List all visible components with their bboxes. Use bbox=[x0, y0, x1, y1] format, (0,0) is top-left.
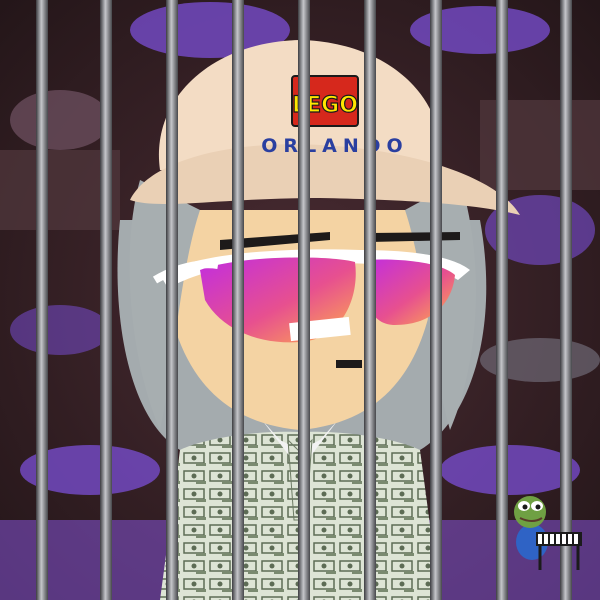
jail-bar bbox=[364, 0, 376, 600]
jail-bar bbox=[36, 0, 48, 600]
scene-canvas: LEGO ORLANDO bbox=[0, 0, 600, 600]
jail-bar bbox=[166, 0, 178, 600]
jail-bar bbox=[560, 0, 572, 600]
jail-scene: LEGO ORLANDO bbox=[0, 0, 600, 600]
mouth bbox=[336, 360, 362, 368]
jail-bar bbox=[298, 0, 310, 600]
jail-bar bbox=[496, 0, 508, 600]
jail-bar bbox=[430, 0, 442, 600]
jail-bar bbox=[100, 0, 112, 600]
jail-bar bbox=[232, 0, 244, 600]
cap-location-text: ORLANDO bbox=[261, 135, 408, 157]
